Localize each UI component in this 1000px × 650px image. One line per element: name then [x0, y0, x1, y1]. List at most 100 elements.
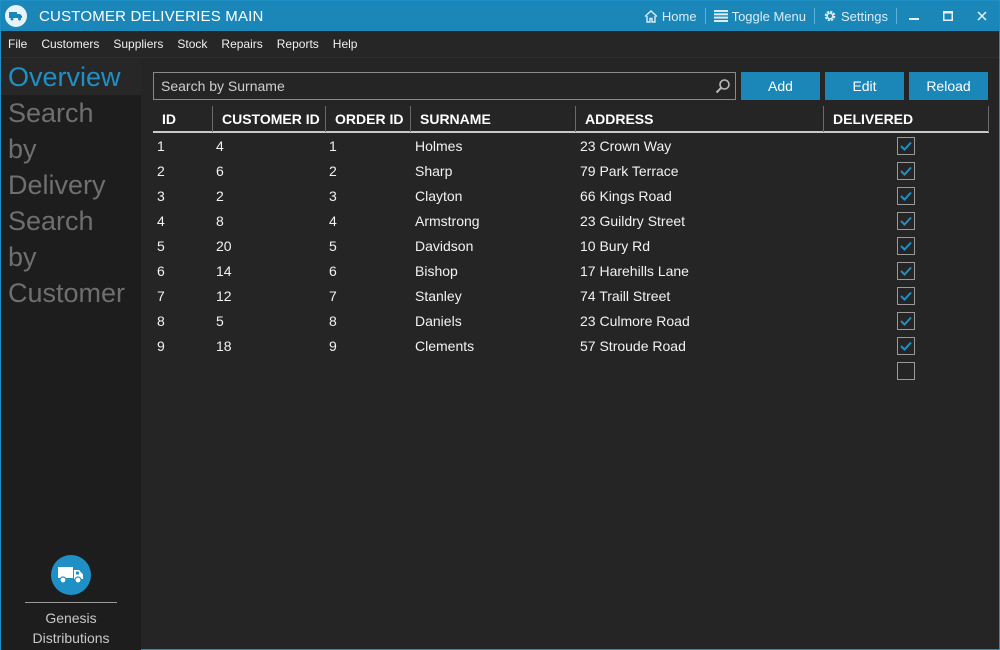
title-bar[interactable]: CUSTOMER DELIVERIES MAIN Home Toggle Men… — [1, 1, 999, 31]
window-title: CUSTOMER DELIVERIES MAIN — [39, 7, 264, 25]
cell-customer-id: 8 — [216, 212, 224, 229]
sidebar: Overview Search by Delivery Search by Cu… — [1, 59, 141, 650]
table-row[interactable]: 6 14 6 Bishop 17 Harehills Lane — [153, 258, 989, 283]
cell-address: 66 Kings Road — [580, 187, 672, 204]
add-button[interactable]: Add — [741, 72, 820, 100]
checkmark-icon — [900, 341, 912, 351]
checkmark-icon — [900, 191, 912, 201]
sidebar-item-search-by-delivery[interactable]: Search by Delivery — [1, 95, 129, 203]
menu-repairs[interactable]: Repairs — [214, 37, 269, 51]
table-row[interactable]: 3 2 3 Clayton 66 Kings Road — [153, 183, 989, 208]
settings-button[interactable]: Settings — [815, 1, 896, 31]
cell-delivered — [824, 208, 989, 233]
menu-suppliers[interactable]: Suppliers — [106, 37, 170, 51]
cell-order-id: 9 — [329, 337, 337, 354]
toggle-menu-button[interactable]: Toggle Menu — [706, 1, 814, 31]
cell-surname: Bishop — [415, 262, 458, 279]
delivered-checkbox[interactable] — [897, 186, 915, 205]
delivered-checkbox[interactable] — [897, 286, 915, 305]
close-button[interactable] — [965, 1, 999, 31]
table-row[interactable]: 2 6 2 Sharp 79 Park Terrace — [153, 158, 989, 183]
cell-delivered — [824, 358, 989, 383]
cell-customer-id: 6 — [216, 162, 224, 179]
cell-address: 23 Guildry Street — [580, 212, 686, 229]
column-header-id[interactable]: ID — [153, 106, 213, 132]
cell-order-id: 4 — [329, 212, 337, 229]
cell-id: 9 — [157, 337, 165, 354]
brand: Genesis Distributions — [25, 555, 117, 648]
cell-order-id: 6 — [329, 262, 337, 279]
cell-order-id: 1 — [329, 137, 337, 154]
cell-address: 79 Park Terrace — [580, 162, 679, 179]
menu-file[interactable]: File — [1, 37, 34, 51]
deliveries-grid: ID CUSTOMER ID ORDER ID SURNAME ADDRESS … — [153, 105, 989, 383]
home-button[interactable]: Home — [636, 1, 705, 31]
column-header-address[interactable]: ADDRESS — [576, 106, 824, 132]
table-row[interactable]: 8 5 8 Daniels 23 Culmore Road — [153, 308, 989, 333]
search-box — [153, 72, 736, 100]
cell-order-id: 5 — [329, 237, 337, 254]
grid-body: 1 4 1 Holmes 23 Crown Way 2 6 2 Sharp 79 Park Ter… — [153, 133, 989, 383]
cell-customer-id: 5 — [216, 312, 224, 329]
checkmark-icon — [900, 216, 912, 226]
brand-divider — [25, 602, 117, 603]
minimize-icon — [909, 18, 919, 20]
cell-id: 3 — [157, 187, 165, 204]
delivered-checkbox[interactable] — [897, 336, 915, 355]
cell-address: 57 Stroude Road — [580, 337, 686, 354]
delivered-checkbox[interactable] — [897, 211, 915, 230]
cell-surname: Sharp — [415, 162, 453, 179]
cell-id — [153, 358, 213, 383]
cell-order-id — [326, 358, 411, 383]
cell-delivered — [824, 158, 989, 183]
maximize-button[interactable] — [931, 1, 965, 31]
column-header-customer-id[interactable]: CUSTOMER ID — [213, 106, 326, 132]
cell-surname: Clements — [415, 337, 475, 354]
maximize-icon — [943, 11, 953, 21]
cell-delivered — [824, 258, 989, 283]
gear-icon — [824, 10, 836, 22]
cell-id: 7 — [157, 287, 165, 304]
column-header-surname[interactable]: SURNAME — [411, 106, 576, 132]
search-icon[interactable] — [711, 78, 735, 94]
delivered-checkbox[interactable] — [897, 311, 915, 330]
table-row[interactable]: 7 12 7 Stanley 74 Traill Street — [153, 283, 989, 308]
delivered-checkbox[interactable] — [897, 161, 915, 180]
cell-customer-id: 4 — [216, 137, 224, 154]
edit-button[interactable]: Edit — [825, 72, 904, 100]
reload-button[interactable]: Reload — [909, 72, 988, 100]
cell-customer-id: 12 — [216, 287, 232, 304]
column-header-order-id[interactable]: ORDER ID — [326, 106, 411, 132]
table-row[interactable]: 1 4 1 Holmes 23 Crown Way — [153, 133, 989, 158]
truck-icon — [51, 555, 91, 595]
cell-surname: Stanley — [415, 287, 462, 304]
delivered-checkbox[interactable] — [897, 136, 915, 155]
search-input[interactable] — [154, 73, 711, 99]
home-label: Home — [661, 8, 697, 24]
sidebar-item-search-by-customer[interactable]: Search by Customer — [1, 203, 129, 311]
minimize-button[interactable] — [897, 1, 931, 31]
cell-surname — [411, 358, 576, 383]
cell-address: 23 Culmore Road — [580, 312, 690, 329]
table-row[interactable]: 5 20 5 Davidson 10 Bury Rd — [153, 233, 989, 258]
delivered-checkbox[interactable] — [897, 261, 915, 280]
menu-reports[interactable]: Reports — [270, 37, 326, 51]
cell-customer-id: 14 — [216, 262, 232, 279]
cell-surname: Daniels — [415, 312, 462, 329]
cell-id: 2 — [157, 162, 165, 179]
delivered-checkbox[interactable] — [897, 236, 915, 255]
table-row[interactable]: 9 18 9 Clements 57 Stroude Road — [153, 333, 989, 358]
menu-bar: File Customers Suppliers Stock Repairs R… — [1, 31, 999, 58]
delivered-checkbox[interactable] — [897, 361, 915, 380]
menu-icon — [713, 10, 728, 22]
column-header-delivered[interactable]: DELIVERED — [824, 106, 989, 132]
sidebar-item-overview[interactable]: Overview — [1, 59, 141, 95]
table-row[interactable] — [153, 358, 989, 383]
menu-stock[interactable]: Stock — [170, 37, 214, 51]
menu-help[interactable]: Help — [326, 37, 365, 51]
cell-id: 6 — [157, 262, 165, 279]
menu-customers[interactable]: Customers — [34, 37, 106, 51]
table-row[interactable]: 4 8 4 Armstrong 23 Guildry Street — [153, 208, 989, 233]
cell-delivered — [824, 283, 989, 308]
checkmark-icon — [900, 166, 912, 176]
